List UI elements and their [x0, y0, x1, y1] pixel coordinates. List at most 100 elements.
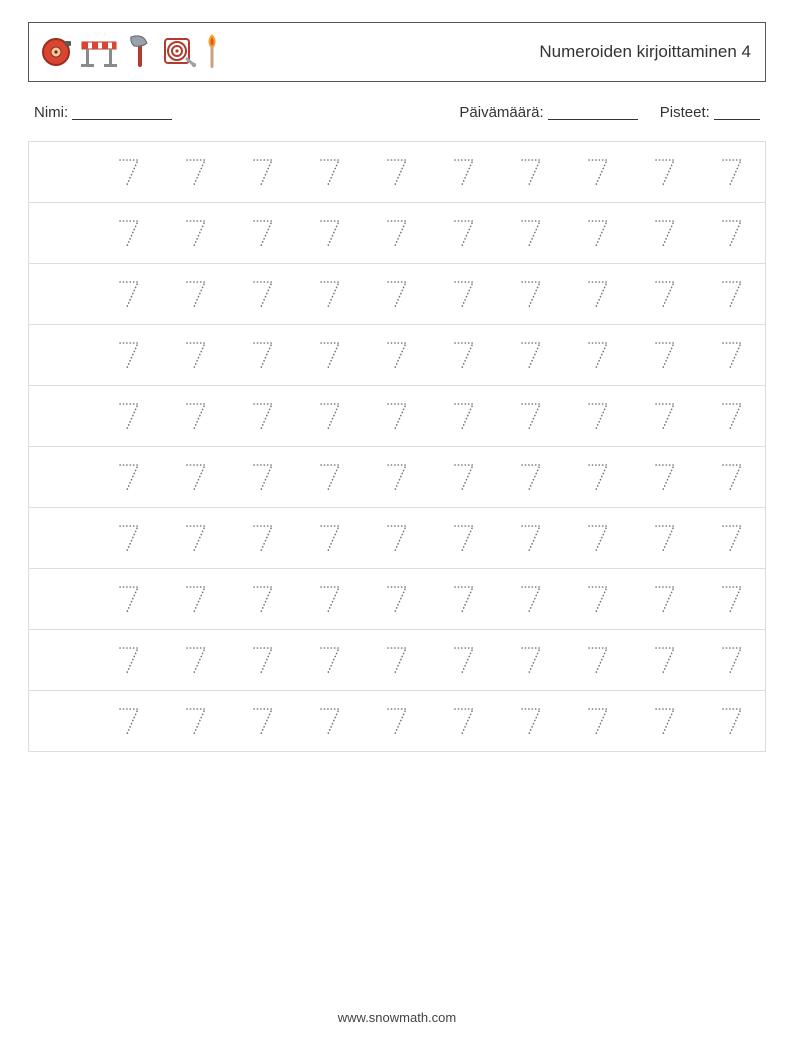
practice-cell[interactable]: [163, 325, 230, 385]
practice-cell[interactable]: [698, 386, 765, 446]
practice-cell[interactable]: [631, 203, 698, 263]
practice-cell[interactable]: [364, 203, 431, 263]
practice-cell[interactable]: [364, 569, 431, 629]
practice-cell[interactable]: [96, 508, 163, 568]
practice-cell[interactable]: [564, 203, 631, 263]
practice-cell[interactable]: [698, 203, 765, 263]
practice-cell[interactable]: [297, 203, 364, 263]
practice-cell[interactable]: [564, 325, 631, 385]
practice-cell[interactable]: [230, 508, 297, 568]
practice-cell[interactable]: [564, 447, 631, 507]
practice-cell[interactable]: [698, 630, 765, 690]
practice-cell[interactable]: [631, 386, 698, 446]
practice-cell[interactable]: [364, 325, 431, 385]
practice-cell[interactable]: [230, 264, 297, 324]
practice-cell[interactable]: [497, 203, 564, 263]
practice-cell[interactable]: [564, 386, 631, 446]
practice-cell[interactable]: [430, 630, 497, 690]
practice-cell[interactable]: [497, 264, 564, 324]
practice-cell[interactable]: [430, 203, 497, 263]
practice-cell[interactable]: [364, 630, 431, 690]
practice-cell[interactable]: [698, 325, 765, 385]
practice-cell[interactable]: [497, 142, 564, 202]
practice-cell[interactable]: [430, 508, 497, 568]
practice-cell[interactable]: [631, 630, 698, 690]
practice-cell[interactable]: [230, 203, 297, 263]
practice-cell[interactable]: [364, 142, 431, 202]
practice-cell[interactable]: [497, 508, 564, 568]
practice-cell[interactable]: [297, 691, 364, 751]
practice-cell[interactable]: [230, 569, 297, 629]
practice-cell[interactable]: [96, 386, 163, 446]
practice-cell[interactable]: [230, 447, 297, 507]
practice-cell[interactable]: [497, 325, 564, 385]
practice-cell[interactable]: [698, 142, 765, 202]
practice-cell[interactable]: [96, 203, 163, 263]
practice-cell[interactable]: [564, 630, 631, 690]
practice-cell[interactable]: [230, 325, 297, 385]
practice-cell[interactable]: [297, 386, 364, 446]
practice-cell[interactable]: [29, 508, 96, 568]
practice-cell[interactable]: [631, 508, 698, 568]
practice-cell[interactable]: [364, 691, 431, 751]
practice-cell[interactable]: [430, 447, 497, 507]
practice-cell[interactable]: [163, 691, 230, 751]
practice-cell[interactable]: [698, 508, 765, 568]
name-blank[interactable]: [72, 105, 172, 120]
practice-cell[interactable]: [631, 142, 698, 202]
practice-cell[interactable]: [163, 203, 230, 263]
practice-cell[interactable]: [29, 447, 96, 507]
practice-cell[interactable]: [96, 142, 163, 202]
practice-cell[interactable]: [564, 264, 631, 324]
practice-cell[interactable]: [430, 325, 497, 385]
practice-cell[interactable]: [29, 203, 96, 263]
practice-cell[interactable]: [163, 508, 230, 568]
practice-cell[interactable]: [230, 691, 297, 751]
practice-cell[interactable]: [297, 508, 364, 568]
practice-cell[interactable]: [297, 142, 364, 202]
practice-cell[interactable]: [564, 691, 631, 751]
practice-cell[interactable]: [96, 630, 163, 690]
score-blank[interactable]: [714, 105, 760, 120]
practice-cell[interactable]: [96, 447, 163, 507]
practice-cell[interactable]: [230, 142, 297, 202]
practice-cell[interactable]: [497, 569, 564, 629]
practice-cell[interactable]: [29, 386, 96, 446]
practice-cell[interactable]: [564, 508, 631, 568]
practice-cell[interactable]: [698, 264, 765, 324]
date-blank[interactable]: [548, 105, 638, 120]
practice-cell[interactable]: [430, 142, 497, 202]
practice-cell[interactable]: [230, 386, 297, 446]
practice-cell[interactable]: [163, 569, 230, 629]
practice-cell[interactable]: [631, 447, 698, 507]
practice-cell[interactable]: [297, 447, 364, 507]
practice-cell[interactable]: [631, 691, 698, 751]
practice-cell[interactable]: [96, 325, 163, 385]
practice-cell[interactable]: [364, 264, 431, 324]
practice-cell[interactable]: [297, 264, 364, 324]
practice-cell[interactable]: [163, 386, 230, 446]
practice-cell[interactable]: [364, 447, 431, 507]
practice-cell[interactable]: [430, 264, 497, 324]
practice-cell[interactable]: [364, 386, 431, 446]
practice-cell[interactable]: [430, 691, 497, 751]
practice-cell[interactable]: [631, 325, 698, 385]
practice-cell[interactable]: [163, 264, 230, 324]
practice-cell[interactable]: [230, 630, 297, 690]
practice-cell[interactable]: [698, 569, 765, 629]
practice-cell[interactable]: [564, 142, 631, 202]
practice-cell[interactable]: [163, 447, 230, 507]
practice-cell[interactable]: [163, 630, 230, 690]
practice-cell[interactable]: [29, 569, 96, 629]
practice-cell[interactable]: [631, 569, 698, 629]
practice-cell[interactable]: [297, 325, 364, 385]
practice-cell[interactable]: [297, 569, 364, 629]
practice-cell[interactable]: [698, 691, 765, 751]
practice-cell[interactable]: [430, 386, 497, 446]
practice-cell[interactable]: [564, 569, 631, 629]
practice-cell[interactable]: [698, 447, 765, 507]
practice-cell[interactable]: [29, 325, 96, 385]
practice-cell[interactable]: [29, 691, 96, 751]
practice-cell[interactable]: [430, 569, 497, 629]
practice-cell[interactable]: [29, 264, 96, 324]
